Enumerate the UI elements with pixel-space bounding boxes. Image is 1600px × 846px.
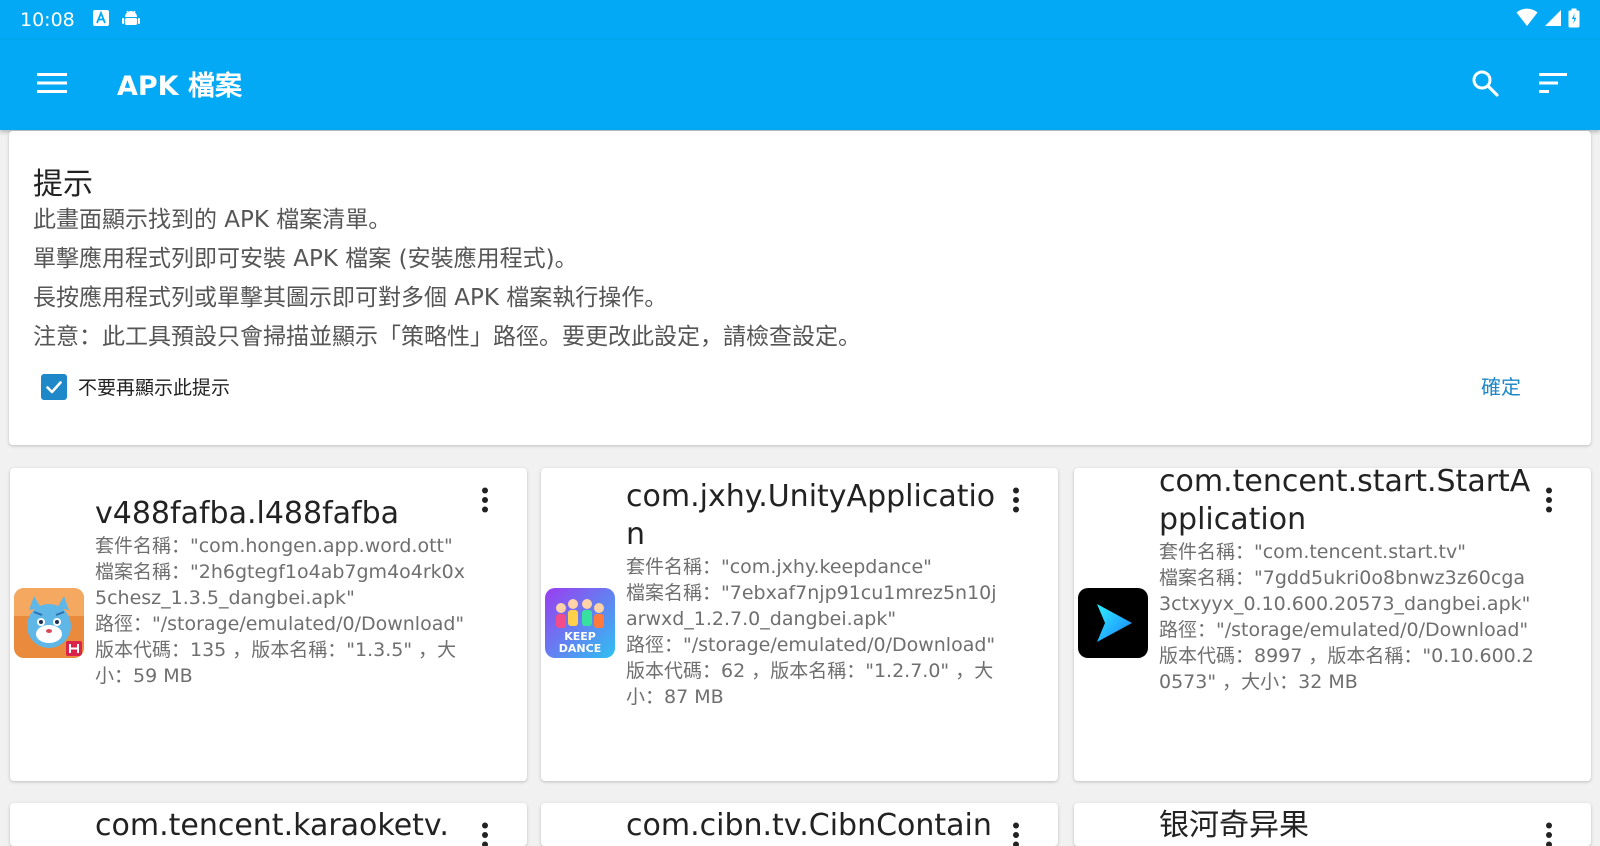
ok-button[interactable]: 確定	[1481, 371, 1521, 400]
more-options-button[interactable]	[1001, 819, 1031, 846]
more-options-button[interactable]	[1534, 484, 1564, 520]
more-options-button[interactable]	[470, 819, 500, 846]
file-path: 路徑："/storage/emulated/0/Download"	[95, 613, 465, 635]
search-icon	[1471, 69, 1499, 101]
tip-line: 注意：此工具預設只會掃描並顯示「策略性」路徑。要更改此設定，請檢查設定。	[33, 324, 861, 350]
tip-title: 提示	[33, 167, 93, 202]
more-vert-icon	[481, 822, 489, 846]
signal-icon	[1544, 8, 1562, 32]
checkbox-checked-icon[interactable]	[41, 373, 67, 400]
file-name: 檔案名稱："7ebxaf7njp91cu1mrez5n10jarwxd_1.2.…	[626, 582, 997, 630]
apk-card[interactable]: v488fafba.l488fafba 套件名稱："com.hongen.app…	[10, 468, 527, 781]
more-options-button[interactable]	[1534, 819, 1564, 846]
search-button[interactable]	[1466, 66, 1504, 104]
dance-text: DANCE	[559, 642, 601, 655]
keep-dance-icon[interactable]: KEEP DANCE	[545, 588, 615, 658]
apk-card[interactable]: com.cibn.tv.CibnContain	[541, 803, 1058, 846]
app-title: com.cibn.tv.CibnContain	[626, 808, 992, 843]
file-path: 路徑："/storage/emulated/0/Download"	[626, 634, 996, 656]
more-vert-icon	[1012, 822, 1020, 846]
file-name: 檔案名稱："2h6gtegf1o4ab7gm4o4rk0x5chesz_1.3.…	[95, 561, 466, 609]
more-vert-icon	[1012, 487, 1020, 517]
app-title: com.tencent.karaoketv.	[95, 808, 449, 843]
app-title: v488fafba.l488fafba	[95, 496, 400, 531]
version-size: 版本代碼：62 ，版本名稱："1.2.7.0" ，大小：87 MB	[626, 660, 994, 708]
font-notification-icon	[92, 10, 109, 30]
wifi-icon	[1516, 8, 1538, 32]
file-name: 檔案名稱："7gdd5ukri0o8bnwz3z60cga3ctxyyx_0.1…	[1159, 567, 1531, 615]
file-path: 路徑："/storage/emulated/0/Download"	[1159, 619, 1529, 641]
apk-card[interactable]: 银河奇异果	[1074, 803, 1591, 846]
package-name: 套件名稱："com.hongen.app.word.ott"	[95, 535, 453, 557]
menu-icon	[37, 72, 67, 98]
tip-line: 單擊應用程式列即可安裝 APK 檔案 (安裝應用程式)。	[33, 246, 578, 272]
battery-icon	[1568, 8, 1580, 32]
tip-card: 提示 此畫面顯示找到的 APK 檔案清單。 單擊應用程式列即可安裝 APK 檔案…	[9, 131, 1591, 445]
dont-show-again-checkbox[interactable]: 不要再顯示此提示	[41, 373, 230, 400]
package-name: 套件名稱："com.jxhy.keepdance"	[626, 556, 932, 578]
card-body: v488fafba.l488fafba 套件名稱："com.hongen.app…	[95, 495, 470, 689]
sort-button[interactable]	[1534, 66, 1572, 104]
version-size: 版本代碼：135 ，版本名稱："1.3.5" ，大小：59 MB	[95, 639, 457, 687]
checkbox-label: 不要再顯示此提示	[78, 377, 231, 399]
page-title: APK 檔案	[117, 71, 243, 102]
more-vert-icon	[1545, 487, 1553, 517]
sort-icon	[1539, 72, 1567, 98]
card-body: com.tencent.start.StartApplication 套件名稱：…	[1159, 468, 1534, 695]
more-options-button[interactable]	[1001, 484, 1031, 520]
menu-button[interactable]	[34, 67, 70, 103]
tiger-mascot-icon[interactable]	[14, 588, 84, 658]
package-name: 套件名稱："com.tencent.start.tv"	[1159, 541, 1466, 563]
card-body: 银河奇异果	[1159, 807, 1534, 845]
more-options-button[interactable]	[470, 484, 500, 520]
apk-card[interactable]: com.tencent.start.StartApplication 套件名稱：…	[1074, 468, 1591, 781]
tip-text: 此畫面顯示找到的 APK 檔案清單。 單擊應用程式列即可安裝 APK 檔案 (安…	[33, 201, 861, 357]
android-icon	[121, 8, 141, 32]
tip-line: 此畫面顯示找到的 APK 檔案清單。	[33, 207, 392, 233]
card-body: com.jxhy.UnityApplication 套件名稱："com.jxhy…	[626, 478, 1001, 710]
apk-card[interactable]: KEEP DANCE com.jxhy.UnityApplication 套件名…	[541, 468, 1058, 781]
status-time: 10:08	[20, 9, 75, 31]
start-play-icon[interactable]	[1078, 588, 1148, 658]
tip-line: 長按應用程式列或單擊其圖示即可對多個 APK 檔案執行操作。	[33, 285, 668, 311]
app-title: com.jxhy.UnityApplication	[626, 479, 996, 552]
more-vert-icon	[481, 487, 489, 517]
app-title: com.tencent.start.StartApplication	[1159, 468, 1531, 537]
card-body: com.tencent.karaoketv.	[95, 807, 470, 845]
app-bar: APK 檔案	[0, 40, 1600, 130]
app-title: 银河奇异果	[1159, 808, 1309, 843]
card-body: com.cibn.tv.CibnContain	[626, 807, 1001, 845]
more-vert-icon	[1545, 822, 1553, 846]
apk-card[interactable]: com.tencent.karaoketv.	[10, 803, 527, 846]
version-size: 版本代碼：8997 ，版本名稱："0.10.600.20573" ，大小：32 …	[1159, 645, 1534, 693]
status-bar: 10:08	[0, 0, 1600, 40]
